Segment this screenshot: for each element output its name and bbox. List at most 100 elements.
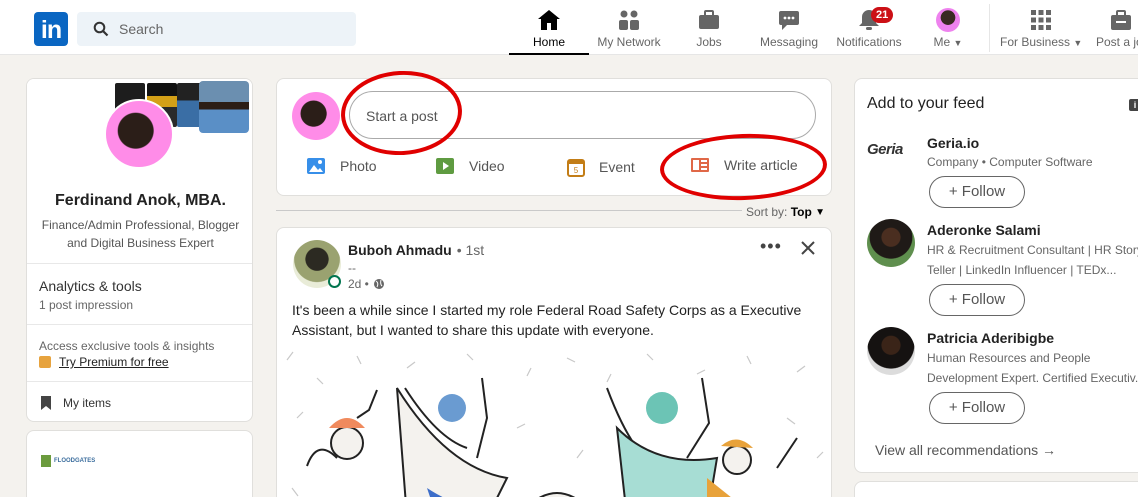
close-icon[interactable] [801, 241, 815, 255]
post-illustration-image[interactable] [277, 348, 831, 497]
bookmark-icon [41, 396, 51, 410]
photo-label: Photo [340, 158, 377, 174]
globe-icon [373, 279, 384, 289]
nav-divider [989, 4, 990, 52]
connection-degree: • 1st [456, 242, 485, 258]
more-options-icon[interactable]: ••• [760, 236, 782, 257]
analytics-subtitle[interactable]: 1 post impression [39, 298, 133, 312]
profile-card: Ferdinand Anok, MBA. Finance/Admin Profe… [26, 78, 253, 422]
divider [27, 381, 252, 382]
follow-button[interactable]: + Follow [929, 284, 1025, 316]
post-composer: Start a post Photo Video 5 Event Write a… [276, 78, 832, 196]
write-article-label: Write article [724, 157, 798, 173]
svg-text:5: 5 [574, 166, 579, 175]
rec-avatar[interactable] [867, 219, 915, 267]
post-author-headline: -- [348, 261, 356, 275]
follow-button[interactable]: + Follow [929, 392, 1025, 424]
rec-name[interactable]: Aderonke Salami [927, 222, 1041, 238]
chevron-down-icon: ▼ [815, 206, 826, 218]
nav-messaging[interactable]: Messaging [758, 8, 820, 54]
view-all-recommendations-link[interactable]: View all recommendations → [875, 442, 1056, 458]
me-avatar [936, 8, 960, 32]
video-icon [436, 158, 454, 174]
feed-card-title: Add to your feed [867, 95, 985, 112]
analytics-title[interactable]: Analytics & tools [39, 278, 142, 294]
try-premium-link[interactable]: Try Premium for free [59, 355, 169, 369]
profile-name[interactable]: Ferdinand Anok, MBA. [27, 192, 252, 210]
network-icon [619, 10, 639, 30]
online-status-icon [328, 275, 341, 288]
event-button[interactable]: 5 Event [567, 157, 635, 177]
nav-notifications[interactable]: 21 Notifications [833, 7, 905, 54]
event-label: Event [599, 159, 635, 175]
nav-for-business[interactable]: For Business ▼ [1000, 8, 1082, 54]
nav-jobs[interactable]: Jobs [684, 8, 734, 54]
rec-name[interactable]: Patricia Aderibigbe [927, 330, 1054, 346]
chevron-down-icon: ▼ [953, 38, 963, 48]
premium-icon [39, 356, 51, 368]
rec-description: Company • Computer Software [927, 155, 1093, 169]
article-icon [691, 158, 709, 172]
post-time: 2d • [348, 277, 369, 291]
nav-me-label: Me [933, 35, 951, 49]
home-icon [538, 10, 560, 30]
chevron-down-icon: ▼ [1073, 38, 1083, 48]
notifications-badge: 21 [871, 7, 894, 23]
nav-post-a-job-label: Post a jo [1096, 35, 1138, 49]
add-to-feed-card: Add to your feed i Geria Geria.io Compan… [854, 78, 1138, 473]
rec-description-2: Teller | LinkedIn Influencer | TEDx... [927, 263, 1117, 277]
floodgates-logo: FLOODGATES [41, 455, 95, 467]
my-items-label: My items [63, 396, 111, 410]
nav-my-network-label: My Network [597, 35, 661, 49]
rec-description: Human Resources and People [927, 351, 1091, 365]
nav-post-a-job[interactable]: Post a jo [1096, 8, 1138, 54]
company-card: FLOODGATES [26, 430, 253, 497]
sort-label: Sort by: [746, 205, 788, 219]
rec-name[interactable]: Geria.io [927, 135, 979, 151]
nav-for-business-label: For Business [1000, 35, 1071, 49]
search-input[interactable]: Search [77, 12, 356, 46]
feed-post: Buboh Ahmadu • 1st -- 2d • ••• It's been… [276, 227, 832, 497]
start-post-button[interactable]: Start a post [349, 91, 816, 139]
cover-person-photo [199, 81, 249, 133]
write-article-button[interactable]: Write article [690, 157, 798, 173]
rec-avatar[interactable] [867, 327, 915, 375]
info-icon[interactable]: i [1129, 99, 1138, 111]
nav-messaging-label: Messaging [759, 35, 819, 49]
follow-button[interactable]: + Follow [929, 176, 1025, 208]
my-items-row[interactable]: My items [39, 395, 111, 411]
post-text: It's been a while since I started my rol… [292, 302, 802, 338]
linkedin-logo-icon[interactable]: in [34, 12, 68, 46]
divider [27, 324, 252, 325]
sort-divider [276, 210, 742, 211]
geria-logo[interactable]: Geria [867, 141, 915, 167]
nav-notifications-label: Notifications [836, 35, 902, 49]
composer-avatar[interactable] [292, 92, 340, 140]
divider [27, 263, 252, 264]
nav-home-label: Home [532, 35, 565, 49]
search-icon [93, 21, 109, 37]
grid-icon [1031, 10, 1051, 30]
sort-value: Top [790, 205, 812, 219]
briefcase-icon [699, 10, 719, 29]
calendar-icon: 5 [567, 159, 585, 177]
search-placeholder: Search [119, 21, 164, 37]
nav-jobs-label: Jobs [696, 35, 722, 49]
rec-description-2: Development Expert. Certified Executiv..… [927, 371, 1138, 385]
premium-text: Access exclusive tools & insights [39, 339, 215, 353]
post-author-name[interactable]: Buboh Ahmadu [348, 242, 452, 258]
nav-my-network[interactable]: My Network [592, 8, 666, 54]
top-nav: in Search Home My Network Jobs Messaging… [0, 0, 1138, 55]
post-job-icon [1111, 10, 1131, 30]
nav-me[interactable]: Me ▼ [928, 8, 968, 54]
photo-button[interactable]: Photo [306, 157, 377, 175]
video-button[interactable]: Video [435, 157, 505, 175]
rec-description: HR & Recruitment Consultant | HR Story [927, 243, 1138, 257]
nav-home[interactable]: Home [509, 8, 589, 55]
profile-avatar[interactable] [104, 99, 174, 169]
photo-icon [307, 158, 325, 174]
profile-headline: Finance/Admin Professional, Blogger and … [41, 218, 240, 250]
messaging-icon [779, 11, 799, 30]
video-label: Video [469, 158, 505, 174]
sort-dropdown[interactable]: Sort by: Top ▼ [746, 205, 825, 219]
